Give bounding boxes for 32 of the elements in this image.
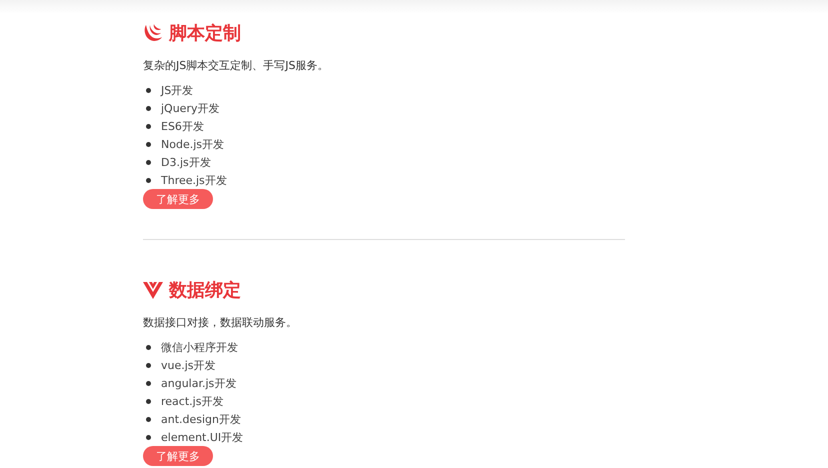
learn-more-button[interactable]: 了解更多 <box>143 189 213 209</box>
learn-more-button[interactable]: 了解更多 <box>143 446 213 466</box>
list-item: react.js开发 <box>161 394 224 408</box>
list-item: vue.js开发 <box>161 358 216 372</box>
v-shape-icon <box>143 281 163 299</box>
list-item: 微信小程序开发 <box>161 340 238 354</box>
bullet-icon <box>146 416 151 422</box>
bullet-icon <box>146 160 151 164</box>
bullet-icon <box>146 398 151 404</box>
bullet-icon <box>146 142 151 146</box>
section-description: 复杂的JS脚本交互定制、手写JS服务。 <box>143 60 330 72</box>
list-item: JS开发 <box>161 82 194 98</box>
list-item: D3.js开发 <box>161 154 211 170</box>
list-item: jQuery开发 <box>161 100 220 116</box>
bullet-icon <box>146 106 151 110</box>
bullet-icon <box>146 434 151 440</box>
bullet-icon <box>146 380 151 386</box>
section-description: 数据接口对接，数据联动服务。 <box>143 317 298 329</box>
bullet-icon <box>146 178 151 182</box>
list-item: ES6开发 <box>161 118 204 134</box>
list-item: element.UI开发 <box>161 430 244 444</box>
list-item: angular.js开发 <box>161 376 236 390</box>
bullet-icon <box>146 344 151 350</box>
section-title: 数据绑定 <box>169 279 241 302</box>
list-item: Three.js开发 <box>161 172 227 188</box>
swirl-icon <box>143 23 163 43</box>
section-title: 脚本定制 <box>169 22 241 45</box>
list-item: ant.design开发 <box>161 412 242 426</box>
bullet-icon <box>146 362 151 368</box>
bullet-icon <box>146 124 151 128</box>
bullet-icon <box>146 88 151 92</box>
list-item: Node.js开发 <box>161 136 224 152</box>
